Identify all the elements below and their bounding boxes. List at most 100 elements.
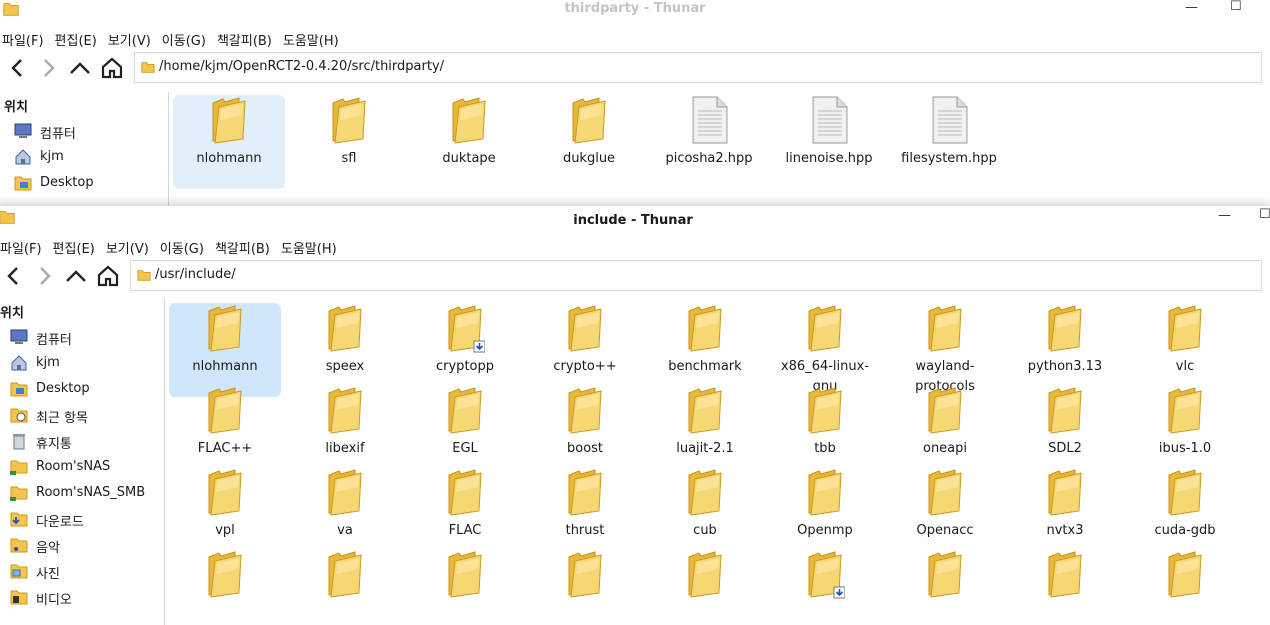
folder-icon — [1165, 467, 1205, 517]
folder-item[interactable]: wayland- protocols — [889, 303, 1001, 394]
folder-item[interactable]: cuda-gdb — [1129, 467, 1241, 547]
menu-file[interactable]: 파일(F) — [0, 234, 47, 257]
folder-item[interactable]: x86_64-linux-gnu — [769, 303, 881, 394]
maximize-button[interactable]: ☐ — [1230, 0, 1242, 14]
chevron-up-icon — [70, 62, 90, 74]
folder-item[interactable]: python3.13 — [1009, 303, 1121, 383]
maximize-button[interactable]: ☐ — [1259, 207, 1270, 222]
folder-item[interactable]: cub — [649, 467, 761, 547]
folder-item[interactable]: cryptopp — [409, 303, 521, 383]
item-label: nlohmann — [192, 359, 258, 374]
forward-button[interactable] — [32, 264, 56, 288]
menu-bookmarks[interactable]: 책갈피(B) — [215, 234, 275, 257]
back-button[interactable] — [2, 264, 26, 288]
file-item[interactable]: picosha2.hpp — [653, 95, 765, 175]
back-button[interactable] — [6, 56, 30, 80]
folder-item[interactable] — [409, 549, 521, 625]
thunar-window-include[interactable]: include - Thunar — ☐ 파일(F) 편집(E) 보기(V) 이… — [0, 206, 1270, 625]
folder-item[interactable]: oneapi — [889, 385, 1001, 465]
sidebar-item[interactable]: kjm — [0, 350, 164, 376]
minimize-button[interactable]: — — [1185, 0, 1198, 15]
folder-item[interactable]: luajit-2.1 — [649, 385, 761, 465]
folder-item[interactable]: EGL — [409, 385, 521, 465]
folder-item[interactable]: Openmp — [769, 467, 881, 547]
location-path[interactable]: /home/kjm/OpenRCT2-0.4.20/src/thirdparty… — [159, 59, 444, 74]
menu-bar: 파일(F) 편집(E) 보기(V) 이동(G) 책갈피(B) 도움말(H) — [0, 234, 1270, 257]
forward-button[interactable] — [36, 56, 60, 80]
folder-item[interactable]: Openacc — [889, 467, 1001, 547]
parent-folder-button[interactable] — [64, 264, 88, 288]
sidebar-item[interactable]: 컴퓨터 — [0, 324, 164, 350]
folder-icon — [137, 268, 151, 282]
folder-item[interactable]: nvtx3 — [1009, 467, 1121, 547]
menu-go[interactable]: 이동(G) — [160, 234, 209, 257]
folder-item[interactable]: vpl — [169, 467, 281, 547]
folder-item[interactable]: sfl — [293, 95, 405, 175]
sidebar-item[interactable]: Desktop — [0, 170, 168, 196]
sidebar-item[interactable]: 사진 — [0, 558, 164, 584]
sidebar-item[interactable]: 다운로드 — [0, 506, 164, 532]
sidebar-item[interactable]: Room'sNAS — [0, 454, 164, 480]
home-button[interactable] — [100, 56, 124, 80]
sidebar-item[interactable]: 컴퓨터 — [0, 118, 168, 144]
item-label: thrust — [565, 523, 605, 538]
side-pane: 위치 컴퓨터 kjm Desktop 최근 항목 휴지통 Room'sNAS Room'sN… — [0, 298, 165, 625]
folder-item[interactable]: SDL2 — [1009, 385, 1121, 465]
folder-item[interactable] — [529, 549, 641, 625]
location-bar[interactable]: /home/kjm/OpenRCT2-0.4.20/src/thirdparty… — [134, 52, 1262, 83]
sidebar-item-label: kjm — [36, 355, 60, 370]
menu-view[interactable]: 보기(V) — [106, 234, 154, 257]
folder-item[interactable]: FLAC — [409, 467, 521, 547]
sidebar-item[interactable]: 최근 항목 — [0, 402, 164, 428]
menu-help[interactable]: 도움말(H) — [281, 234, 342, 257]
item-label: libexif — [325, 441, 365, 456]
folder-item[interactable] — [1009, 549, 1121, 625]
thunar-window-thirdparty[interactable]: thirdparty - Thunar — ☐ 파일(F) 편집(E) 보기(V… — [0, 0, 1270, 206]
sidebar-item[interactable]: kjm — [0, 144, 168, 170]
parent-folder-button[interactable] — [68, 56, 92, 80]
folder-item[interactable]: nlohmann — [169, 303, 281, 397]
file-item[interactable]: linenoise.hpp — [773, 95, 885, 175]
folder-item[interactable] — [289, 549, 401, 625]
location-path[interactable]: /usr/include/ — [155, 267, 236, 282]
sidebar-item[interactable]: 음악 — [0, 532, 164, 558]
folder-item[interactable] — [769, 549, 881, 625]
folder-item[interactable] — [1129, 549, 1241, 625]
folder-icon — [685, 467, 725, 517]
folder-item[interactable]: benchmark — [649, 303, 761, 383]
item-label: cuda-gdb — [1154, 523, 1216, 538]
sidebar-item-label: Desktop — [36, 381, 90, 396]
folder-item[interactable]: nlohmann — [173, 95, 285, 189]
folder-item[interactable]: tbb — [769, 385, 881, 465]
sidebar-item[interactable]: Room'sNAS_SMB — [0, 480, 164, 506]
sidebar-item[interactable]: Desktop — [0, 376, 164, 402]
home-button[interactable] — [96, 264, 120, 288]
trash-icon — [10, 432, 28, 450]
folder-item[interactable]: thrust — [529, 467, 641, 547]
folder-icon — [565, 549, 605, 599]
folder-item[interactable]: speex — [289, 303, 401, 383]
folder-item[interactable]: va — [289, 467, 401, 547]
minimize-button[interactable]: — — [1218, 208, 1231, 223]
folder-item[interactable] — [649, 549, 761, 625]
folder-item[interactable] — [169, 549, 281, 625]
sidebar-item-label: 컴퓨터 — [36, 333, 72, 348]
location-bar[interactable]: /usr/include/ — [130, 260, 1262, 291]
folder-item[interactable]: libexif — [289, 385, 401, 465]
sidebar-item[interactable]: 비디오 — [0, 584, 164, 610]
folder-icon — [685, 549, 725, 599]
folder-item[interactable]: duktape — [413, 95, 525, 175]
folder-item[interactable]: vlc — [1129, 303, 1241, 383]
sidebar-item-label: Desktop — [40, 175, 94, 190]
folder-item[interactable]: boost — [529, 385, 641, 465]
menu-edit[interactable]: 편집(E) — [53, 234, 100, 257]
folder-item[interactable]: FLAC++ — [169, 385, 281, 465]
file-item[interactable]: filesystem.hpp — [893, 95, 1005, 175]
folder-item[interactable]: crypto++ — [529, 303, 641, 383]
folder-item[interactable]: ibus-1.0 — [1129, 385, 1241, 465]
folder-item[interactable] — [889, 549, 1001, 625]
title-bar[interactable]: thirdparty - Thunar — ☐ — [0, 0, 1270, 30]
sidebar-item[interactable]: 휴지통 — [0, 428, 164, 454]
folder-item[interactable]: dukglue — [533, 95, 645, 175]
title-bar[interactable]: include - Thunar — ☐ — [0, 206, 1270, 236]
